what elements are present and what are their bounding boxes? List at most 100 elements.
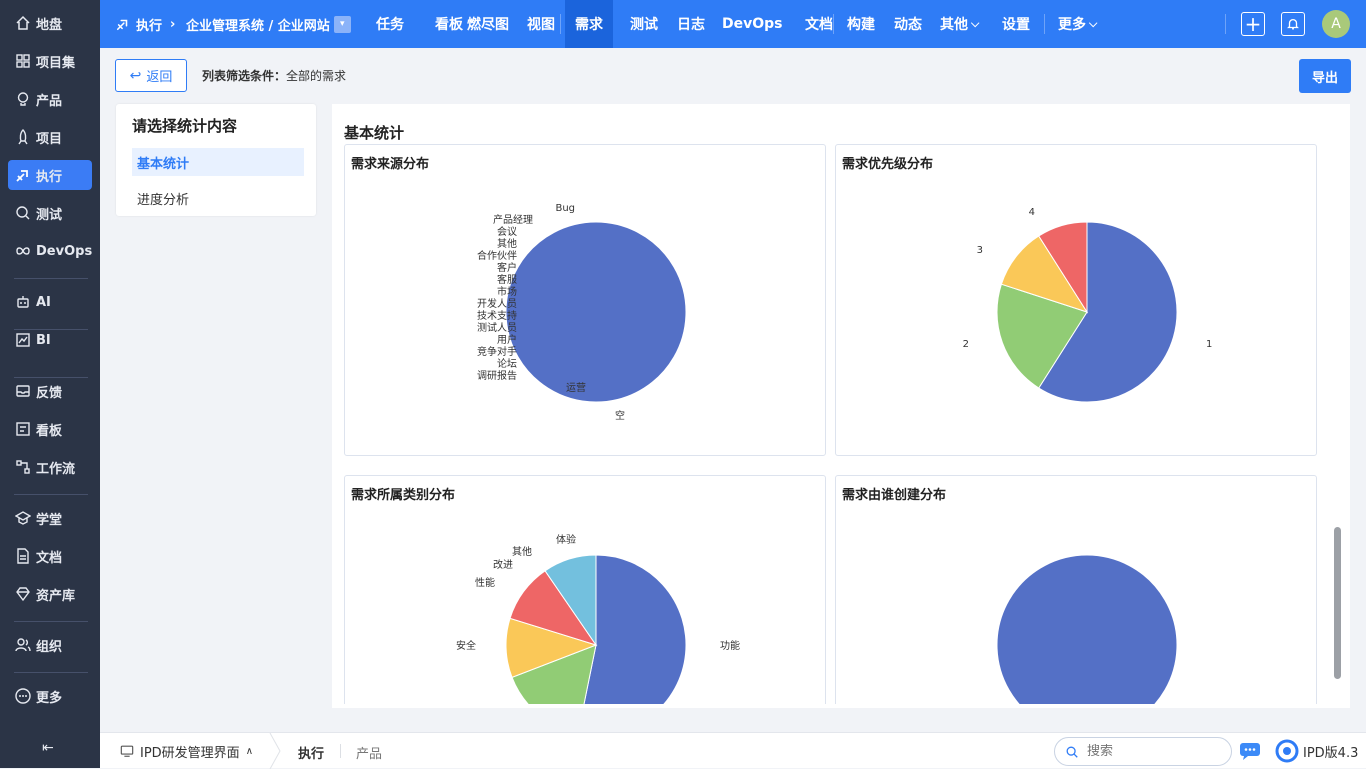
sidebar-item-label: AI	[36, 294, 51, 310]
chart-scroll-area[interactable]: 需求来源分布 空 Bug 产品经理 会议 其他 合作伙伴 客户 客服 市场 开发人员 技术支持 测试人…	[332, 144, 1332, 704]
sidebar-item-16[interactable]: 更多	[8, 681, 92, 711]
stats-item-basic[interactable]: 基本统计	[132, 148, 304, 176]
sidebar-item-label: 执行	[36, 169, 63, 185]
sidebar-item-label: BI	[36, 332, 51, 348]
bulb-icon	[17, 92, 29, 106]
bottom-crumb-product[interactable]: 产品	[356, 743, 382, 762]
people-icon	[15, 638, 31, 652]
version-info[interactable]: IPD版4.3	[1275, 738, 1358, 764]
sidebar-item-2[interactable]: 产品	[8, 84, 92, 114]
nav-tab-2[interactable]: 燃尽图	[467, 0, 509, 48]
crumb-divider	[269, 733, 281, 769]
slice-label: 测试人员	[477, 321, 517, 334]
slice-label: 市场	[497, 285, 517, 298]
nav-tab-11[interactable]: 其他 ⌵	[940, 0, 979, 48]
slice-label: 客户	[497, 261, 517, 274]
search-icon	[1066, 746, 1078, 758]
sidebar-item-9[interactable]: 反馈	[8, 376, 92, 406]
sidebar-item-14[interactable]: 资产库	[8, 579, 92, 609]
add-button[interactable]: +	[1241, 0, 1265, 48]
main-title: 基本统计	[344, 124, 405, 142]
slice-label: 功能	[720, 639, 740, 652]
sidebar-item-1[interactable]: 项目集	[8, 46, 92, 76]
inbox-icon	[16, 385, 30, 397]
sidebar-item-3[interactable]: 项目	[8, 122, 92, 152]
slice-label: 会议	[497, 225, 517, 238]
nav-tab-0[interactable]: 任务	[376, 0, 404, 48]
collapse-icon[interactable]: ⇤	[42, 740, 54, 756]
slice-label: 产品经理	[493, 213, 533, 226]
nav-tab-10[interactable]: 动态	[894, 0, 922, 48]
export-button[interactable]: 导出	[1299, 59, 1351, 93]
home-icon	[16, 15, 30, 30]
slice-label: 竞争对手	[477, 345, 517, 358]
sidebar-item-12[interactable]: 学堂	[8, 503, 92, 533]
slice-label: 技术支持	[477, 309, 517, 322]
scrollbar-thumb[interactable]	[1334, 527, 1341, 679]
pie-slice[interactable]	[996, 554, 1178, 704]
school-icon	[15, 511, 31, 525]
nav-tab-9[interactable]: 构建	[847, 0, 875, 48]
sidebar-item-0[interactable]: 地盘	[8, 8, 92, 38]
nav-tab-12[interactable]: 设置	[1002, 0, 1030, 48]
slice-label: Bug	[555, 203, 575, 214]
chat-icon[interactable]	[1239, 741, 1261, 765]
nav-tab-13[interactable]: 更多 ⌵	[1058, 0, 1097, 48]
stats-item-progress[interactable]: 进度分析	[132, 184, 304, 212]
pie-chart-category: 功能 安全 性能 改进其他 体验	[456, 533, 740, 704]
sidebar-item-label: 项目集	[36, 55, 76, 71]
magnifier-icon	[16, 206, 30, 220]
chart-card-priority: 需求优先级分布 1234	[835, 144, 1317, 456]
avatar[interactable]: A	[1322, 0, 1350, 48]
filter-bar: ↩ 返回 列表筛选条件：全部的需求 导出	[100, 48, 1366, 104]
sidebar-item-label: 项目	[36, 131, 63, 147]
sidebar-divider	[14, 329, 88, 330]
sidebar-item-4[interactable]: 执行	[8, 160, 92, 190]
sidebar-item-label: 组织	[36, 639, 63, 655]
sidebar-item-15[interactable]: 组织	[8, 630, 92, 660]
breadcrumb[interactable]: 企业管理系统 / 企业网站 ▾	[186, 0, 351, 48]
sidebar-item-5[interactable]: 测试	[8, 198, 92, 228]
nav-tab-7[interactable]: DevOps	[722, 0, 783, 48]
slice-label: 合作伙伴	[477, 249, 517, 262]
chevron-down-icon: ⌵	[1089, 17, 1098, 30]
module-switch[interactable]: 执行	[116, 0, 162, 48]
nav-divider	[1225, 14, 1226, 34]
bottom-crumb-active[interactable]: 执行	[298, 743, 324, 762]
nav-tab-5[interactable]: 测试	[630, 0, 658, 48]
nav-tab-8[interactable]: 文档	[805, 0, 833, 48]
search-input[interactable]	[1087, 744, 1217, 759]
nav-tab-1[interactable]: 看板	[435, 0, 463, 48]
sidebar-item-11[interactable]: 工作流	[8, 452, 92, 482]
sidebar-item-13[interactable]: 文档	[8, 541, 92, 571]
bottom-bar: IPD研发管理界面 ∧ 执行 产品 IPD版4.3	[100, 732, 1366, 769]
filter-info: 列表筛选条件：全部的需求	[202, 67, 346, 84]
sidebar-item-label: 产品	[36, 93, 63, 109]
slice-label: 客服	[497, 273, 517, 286]
pie-chart-source: 空 Bug 产品经理会议其他合作伙伴客户客服市场开发人员技术支持测试人员用户竞争对手…	[477, 203, 687, 422]
search-box[interactable]	[1054, 737, 1232, 766]
chevron-down-icon: ⌵	[971, 17, 980, 30]
chart-card-category: 需求所属类别分布 功能 安全 性能 改进 其他 体验	[344, 475, 826, 704]
slice-label: 开发人员	[477, 297, 517, 310]
sidebar-item-10[interactable]: 看板	[8, 414, 92, 444]
filter-label: 列表筛选条件：	[202, 69, 287, 83]
nav-tab-3[interactable]: 视图	[527, 0, 555, 48]
sidebar-item-7[interactable]: AI	[8, 287, 92, 317]
chevron-right-icon: ›	[170, 16, 176, 32]
back-button[interactable]: ↩ 返回	[115, 59, 187, 92]
run-icon	[116, 19, 128, 31]
sidebar-item-6[interactable]: DevOps	[8, 236, 92, 266]
workspace-switch[interactable]: IPD研发管理界面 ∧	[120, 733, 253, 769]
slice-label: 其他	[497, 237, 517, 250]
chevron-up-icon: ∧	[245, 745, 254, 757]
nav-tab-6[interactable]: 日志	[677, 0, 705, 48]
divider	[340, 744, 341, 758]
bell-icon	[1281, 12, 1305, 36]
sidebar-divider	[14, 377, 88, 378]
dropdown-icon[interactable]: ▾	[333, 15, 351, 33]
notification-button[interactable]	[1281, 0, 1305, 48]
pie-slice[interactable]	[505, 221, 687, 403]
nav-tab-4[interactable]: 需求	[565, 0, 613, 48]
monitor-icon	[120, 745, 134, 757]
